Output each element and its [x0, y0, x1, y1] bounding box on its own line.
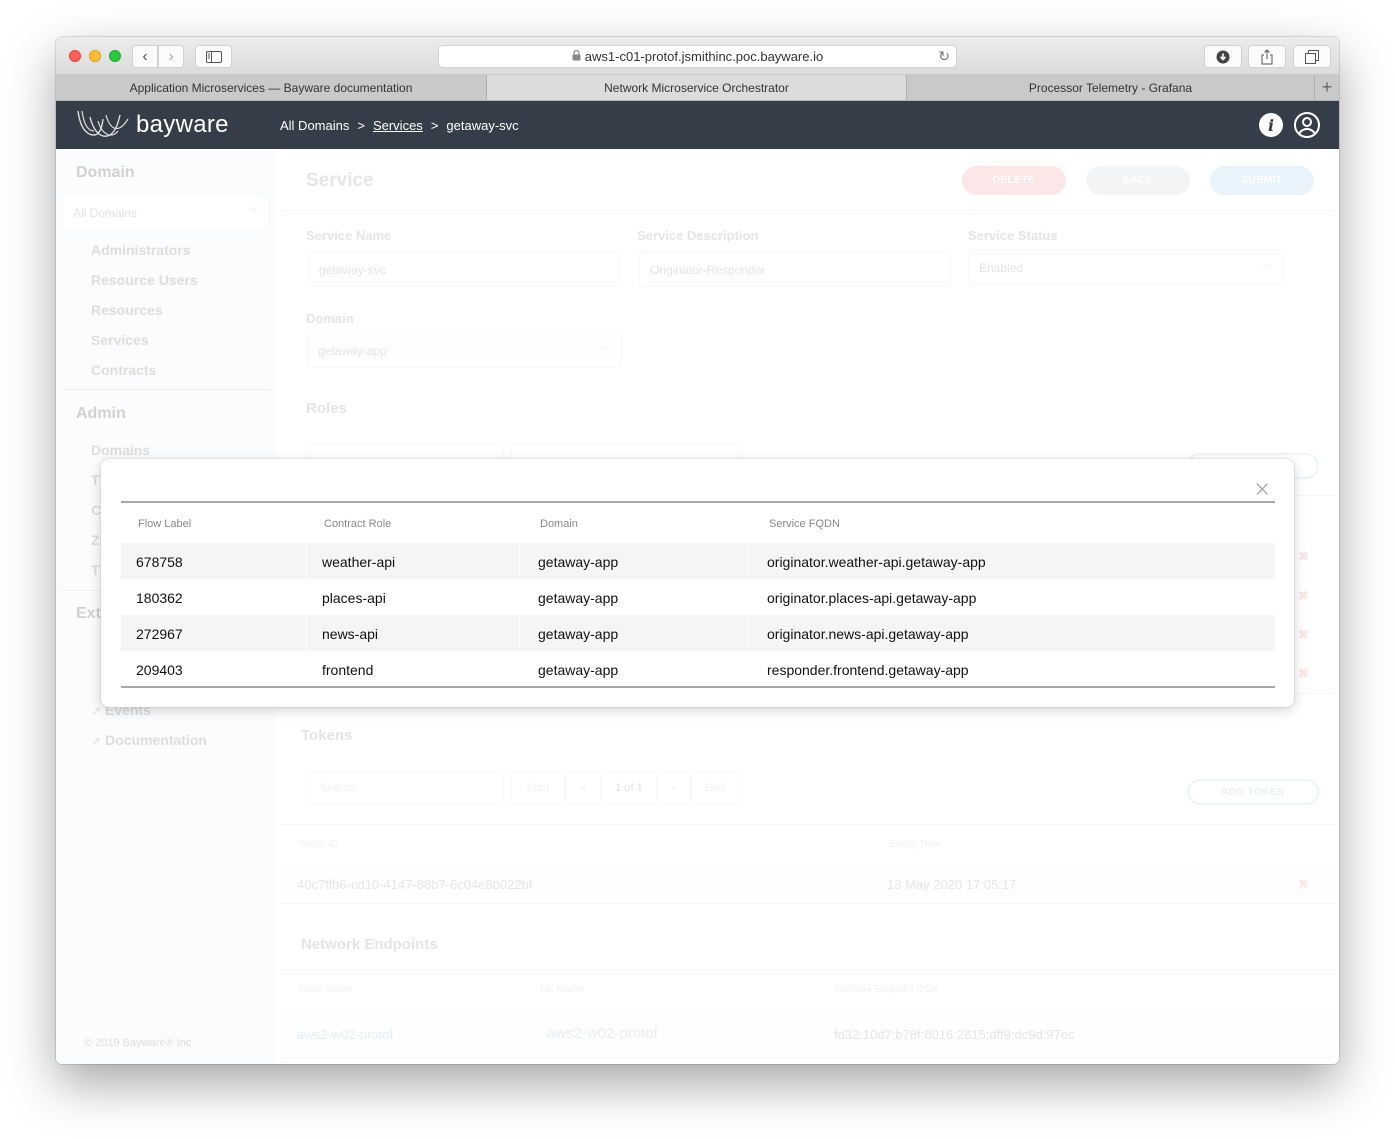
user-head-shape — [1302, 117, 1312, 127]
table-row: 180362 places-api getaway-app originator… — [121, 579, 1275, 615]
info-icon[interactable]: i — [1259, 113, 1283, 137]
share-button[interactable] — [1248, 45, 1286, 68]
chevron-left-icon: ‹ — [142, 47, 148, 65]
column-header-domain: Domain — [540, 518, 578, 530]
plus-icon: + — [1321, 77, 1333, 97]
browser-tab-grafana[interactable]: Processor Telemetry - Grafana — [907, 75, 1315, 100]
tabs-icon — [1305, 49, 1319, 64]
service-fqdn-cell: originator.news-api.getaway-app — [767, 626, 969, 642]
breadcrumb-separator: > — [430, 118, 439, 133]
download-icon — [1216, 50, 1230, 63]
lock-icon — [572, 49, 581, 64]
downloads-button[interactable] — [1204, 45, 1242, 68]
cell-separator — [519, 615, 520, 651]
flow-label-cell: 678758 — [136, 554, 183, 570]
flow-label-cell: 272967 — [136, 626, 183, 642]
modal-bottom-rule — [121, 686, 1275, 688]
browser-tab-strip: Application Microservices — Bayware docu… — [56, 75, 1339, 101]
cell-separator — [748, 543, 749, 579]
contract-role-cell: news-api — [322, 626, 379, 642]
tab-title: Network Microservice Orchestrator — [604, 80, 789, 95]
contract-role-cell: weather-api — [322, 554, 396, 570]
table-row: 209403 frontend getaway-app responder.fr… — [121, 651, 1275, 687]
column-header-service-fqdn: Service FQDN — [769, 518, 840, 530]
browser-tab-orchestrator[interactable]: Network Microservice Orchestrator — [487, 75, 907, 100]
domain-cell: getaway-app — [538, 554, 619, 570]
close-icon[interactable]: × — [1253, 479, 1271, 501]
contract-role-cell: places-api — [322, 590, 386, 606]
minimize-window-button[interactable] — [89, 50, 101, 62]
column-header-flow-label: Flow Label — [138, 518, 192, 530]
user-account-icon[interactable] — [1294, 112, 1320, 138]
flow-labels-modal: × Flow Label Contract Role Domain Servic… — [101, 459, 1294, 707]
browser-tab-documentation[interactable]: Application Microservices — Bayware docu… — [56, 75, 487, 100]
tab-title: Application Microservices — Bayware docu… — [129, 80, 413, 95]
flow-label-cell: 209403 — [136, 662, 183, 678]
info-glyph: i — [1267, 115, 1275, 135]
breadcrumb-all-domains[interactable]: All Domains — [280, 118, 349, 133]
breadcrumb-current: getaway-svc — [446, 118, 519, 133]
address-bar[interactable]: aws1-c01-protof.jsmithinc.poc.bayware.io… — [438, 45, 957, 68]
browser-titlebar: ‹ › aws1-c01-protof.jsmithinc.poc.baywar… — [56, 37, 1339, 75]
flow-label-cell: 180362 — [136, 590, 183, 606]
domain-cell: getaway-app — [538, 662, 619, 678]
service-fqdn-cell: responder.frontend.getaway-app — [767, 662, 969, 678]
table-row: 272967 news-api getaway-app originator.n… — [121, 615, 1275, 651]
cell-separator — [519, 543, 520, 579]
domain-cell: getaway-app — [538, 590, 619, 606]
breadcrumb-separator: > — [357, 118, 365, 133]
contract-role-cell: frontend — [322, 662, 374, 678]
new-tab-button[interactable]: + — [1315, 75, 1339, 100]
table-row: 678758 weather-api getaway-app originato… — [121, 543, 1275, 579]
domain-cell: getaway-app — [538, 626, 619, 642]
breadcrumb-services-link[interactable]: Services — [373, 118, 423, 133]
column-header-contract-role: Contract Role — [324, 518, 392, 530]
app-header: bayware All Domains > Services > getaway… — [56, 101, 1339, 149]
zoom-window-button[interactable] — [109, 50, 121, 62]
user-body-shape — [1297, 128, 1317, 136]
browser-sidebar-button[interactable] — [195, 45, 232, 68]
share-icon — [1261, 48, 1273, 64]
close-window-button[interactable] — [69, 50, 81, 62]
chevron-right-icon: › — [168, 47, 174, 65]
browser-window: ‹ › aws1-c01-protof.jsmithinc.poc.baywar… — [56, 37, 1339, 1064]
browser-forward-button[interactable]: › — [158, 45, 184, 68]
bayware-logo[interactable]: bayware — [76, 109, 229, 141]
service-fqdn-cell: originator.weather-api.getaway-app — [767, 554, 986, 570]
modal-top-rule — [121, 501, 1275, 503]
browser-back-button[interactable]: ‹ — [132, 45, 158, 68]
tab-title: Processor Telemetry - Grafana — [1028, 80, 1193, 95]
reload-icon[interactable]: ↻ — [938, 48, 950, 65]
breadcrumb: All Domains > Services > getaway-svc — [280, 118, 519, 133]
show-tabs-button[interactable] — [1293, 45, 1331, 68]
sidebar-icon — [205, 50, 222, 63]
cell-separator — [306, 543, 307, 579]
cell-separator — [306, 615, 307, 651]
service-fqdn-cell: originator.places-api.getaway-app — [767, 590, 977, 606]
cell-separator — [748, 615, 749, 651]
url-text: aws1-c01-protof.jsmithinc.poc.bayware.io — [584, 49, 824, 64]
bayware-logo-icon — [77, 110, 129, 137]
logo-text: bayware — [136, 111, 229, 138]
